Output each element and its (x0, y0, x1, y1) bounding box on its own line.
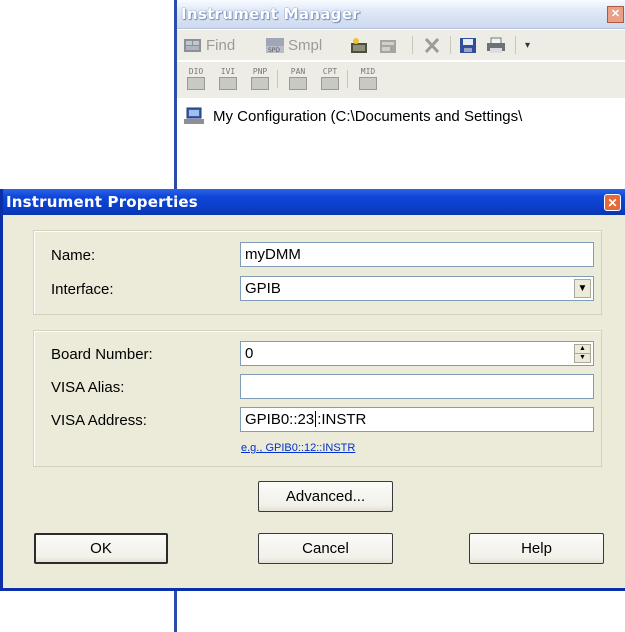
filter-dio-icon (187, 77, 205, 90)
spd-tag: SPD (268, 47, 280, 54)
visa-address-field[interactable]: GPIB0::23:INSTR (240, 407, 594, 432)
name-value: myDMM (245, 246, 301, 263)
toolbar-separator (412, 36, 413, 54)
manager-filter-toolbar: DIO IVI PNP PAN CPT MID (177, 62, 625, 98)
toolbar-separator (277, 70, 278, 88)
print-button[interactable] (486, 34, 506, 56)
smpl-label: Smpl (288, 36, 323, 54)
properties-icon (378, 37, 398, 54)
filter-mid-label: MID (360, 67, 376, 76)
ok-button[interactable]: OK (34, 533, 168, 564)
chevron-down-icon: ▾ (525, 39, 531, 51)
filter-cpt-label: CPT (322, 67, 338, 76)
filter-cpt-button[interactable]: CPT (317, 67, 343, 93)
filter-pan-icon (289, 77, 307, 90)
spin-down-icon[interactable]: ▼ (575, 354, 590, 362)
visa-address-example-link[interactable]: e.g., GPIB0::12::INSTR (241, 442, 355, 454)
advanced-button[interactable]: Advanced... (258, 481, 393, 512)
visa-address-label: VISA Address: (51, 412, 147, 429)
cancel-button[interactable]: Cancel (258, 533, 393, 564)
visa-alias-field[interactable] (240, 374, 594, 399)
delete-button[interactable] (422, 34, 442, 56)
filter-ivi-label: IVI (220, 67, 236, 76)
filter-dio-button[interactable]: DIO (183, 67, 209, 93)
manager-title-bar[interactable]: Instrument Manager ✕ (177, 0, 625, 29)
smpl-button[interactable]: SPD Smpl (265, 34, 322, 56)
toolbar-overflow-button[interactable]: ▾ (525, 34, 530, 56)
save-button[interactable] (458, 34, 478, 56)
board-number-stepper[interactable]: 0 ▲ ▼ (240, 341, 594, 366)
filter-pnp-button[interactable]: PNP (247, 67, 273, 93)
new-instrument-button[interactable] (349, 34, 369, 56)
instrument-properties-dialog: Instrument Properties ✕ Name: myDMM Inte… (0, 189, 625, 591)
properties-button[interactable] (378, 34, 398, 56)
board-number-value: 0 (245, 345, 254, 362)
help-button[interactable]: Help (469, 533, 604, 564)
computer-icon (183, 107, 207, 125)
configuration-tree-label: My Configuration (C:\Documents and Setti… (213, 107, 523, 125)
filter-dio-label: DIO (188, 67, 204, 76)
filter-cpt-icon (321, 77, 339, 90)
visa-address-value-start: GPIB0::23 (245, 411, 315, 428)
board-number-label: Board Number: (51, 346, 153, 363)
dialog-title-bar[interactable]: Instrument Properties ✕ (3, 189, 625, 215)
spin-buttons[interactable]: ▲ ▼ (574, 344, 591, 363)
save-icon (458, 37, 478, 54)
configuration-tree-root[interactable]: My Configuration (C:\Documents and Setti… (183, 104, 625, 128)
filter-mid-icon (359, 77, 377, 90)
smpl-icon: SPD (265, 37, 285, 54)
manager-close-icon[interactable]: ✕ (607, 6, 624, 23)
print-icon (486, 37, 506, 54)
filter-pan-label: PAN (290, 67, 306, 76)
interface-select[interactable]: GPIB ▼ (240, 276, 594, 301)
filter-mid-button[interactable]: MID (355, 67, 381, 93)
name-field[interactable]: myDMM (240, 242, 594, 267)
interface-value: GPIB (245, 280, 281, 297)
name-label: Name: (51, 247, 96, 264)
filter-pnp-icon (251, 77, 269, 90)
manager-toolbar: Find SPD Smpl ▾ (177, 30, 625, 60)
dialog-title: Instrument Properties (6, 193, 198, 211)
filter-pan-button[interactable]: PAN (285, 67, 311, 93)
spin-up-icon[interactable]: ▲ (575, 345, 590, 354)
find-icon (183, 37, 203, 54)
interface-label: Interface: (51, 281, 114, 298)
toolbar-separator (515, 36, 516, 54)
toolbar-separator (347, 70, 348, 88)
toolbar-separator (450, 36, 451, 54)
find-label: Find (206, 36, 236, 54)
visa-address-value-end: :INSTR (317, 411, 367, 428)
filter-ivi-icon (219, 77, 237, 90)
dialog-close-icon[interactable]: ✕ (604, 194, 621, 211)
filter-ivi-button[interactable]: IVI (215, 67, 241, 93)
manager-title: Instrument Manager (181, 5, 360, 23)
chevron-down-icon[interactable]: ▼ (574, 279, 591, 298)
new-instrument-icon (349, 37, 369, 54)
filter-pnp-label: PNP (252, 67, 268, 76)
delete-icon (422, 37, 442, 54)
find-button[interactable]: Find (183, 34, 235, 56)
visa-alias-label: VISA Alias: (51, 379, 125, 396)
